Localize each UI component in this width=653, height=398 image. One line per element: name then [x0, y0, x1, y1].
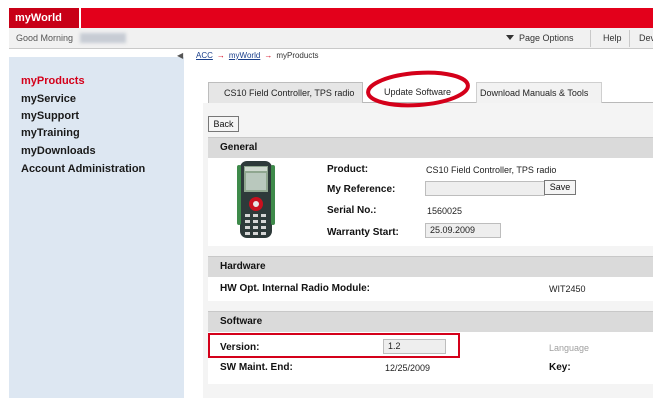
utility-link-truncated[interactable]: Dev: [639, 33, 653, 43]
sidebar-item-mydownloads[interactable]: myDownloads: [21, 145, 96, 157]
radio-module-value: WIT2450: [549, 284, 586, 294]
language-label: Language: [549, 343, 590, 353]
breadcrumb-separator: →: [264, 51, 273, 60]
sidebar-item-mytraining[interactable]: myTraining: [21, 127, 80, 139]
sidebar-item-account-administration[interactable]: Account Administration: [21, 163, 145, 175]
triangle-down-icon: [506, 35, 514, 40]
warranty-start-value: 25.09.2009: [430, 225, 476, 235]
back-button[interactable]: Back: [208, 116, 239, 132]
divider: [590, 30, 591, 47]
sidebar-item-myproducts[interactable]: myProducts: [21, 75, 85, 87]
sw-maintenance-end-label: SW Maint. End:: [220, 362, 293, 373]
divider: [629, 30, 630, 47]
handheld-controller-image: [237, 161, 275, 238]
serial-number-label: Serial No.:: [327, 205, 377, 216]
hardware-section-header: Hardware: [208, 256, 653, 277]
tab-download-manuals[interactable]: Download Manuals & Tools: [476, 82, 602, 103]
key-label: Key:: [549, 362, 571, 373]
my-reference-label: My Reference:: [327, 184, 396, 195]
greeting-text: Good Morning: [16, 33, 74, 43]
brand-logo[interactable]: myWorld: [9, 8, 81, 28]
page-options-label: Page Options: [519, 33, 574, 43]
breadcrumb: ACC → myWorld → myProducts: [196, 51, 319, 60]
product-value: CS10 Field Controller, TPS radio: [426, 165, 557, 175]
save-button[interactable]: Save: [544, 180, 576, 195]
breadcrumb-acc[interactable]: ACC: [196, 51, 213, 60]
breadcrumb-separator: →: [216, 51, 225, 60]
serial-number-value: 1560025: [427, 206, 463, 216]
radio-module-label: HW Opt. Internal Radio Module:: [220, 283, 370, 294]
sidebar: myProducts myService mySupport myTrainin…: [9, 57, 184, 398]
software-section-header: Software: [208, 311, 653, 332]
page-options-menu[interactable]: Page Options: [506, 33, 574, 43]
tab-product-details[interactable]: CS10 Field Controller, TPS radio: [208, 82, 363, 103]
my-reference-input[interactable]: [425, 181, 545, 196]
warranty-start-field: 25.09.2009: [425, 223, 501, 238]
version-highlight-box: [208, 333, 460, 358]
sidebar-item-mysupport[interactable]: mySupport: [21, 110, 79, 122]
sw-maintenance-end-value: 12/25/2009: [385, 363, 431, 373]
top-bar: myWorld: [9, 8, 653, 28]
user-name-redacted: [80, 33, 126, 43]
product-label: Product:: [327, 164, 369, 175]
general-section-header: General: [208, 137, 653, 158]
sidebar-item-myservice[interactable]: myService: [21, 93, 76, 105]
utility-bar: Good Morning Page Options Help Dev: [9, 28, 653, 49]
warranty-start-label: Warranty Start:: [327, 227, 399, 238]
breadcrumb-myproducts: myProducts: [276, 51, 319, 60]
help-link[interactable]: Help: [603, 33, 622, 43]
tab-highlight-ellipse: [366, 70, 470, 108]
breadcrumb-myworld[interactable]: myWorld: [229, 51, 260, 60]
collapse-arrow-icon[interactable]: ◀: [177, 51, 183, 60]
